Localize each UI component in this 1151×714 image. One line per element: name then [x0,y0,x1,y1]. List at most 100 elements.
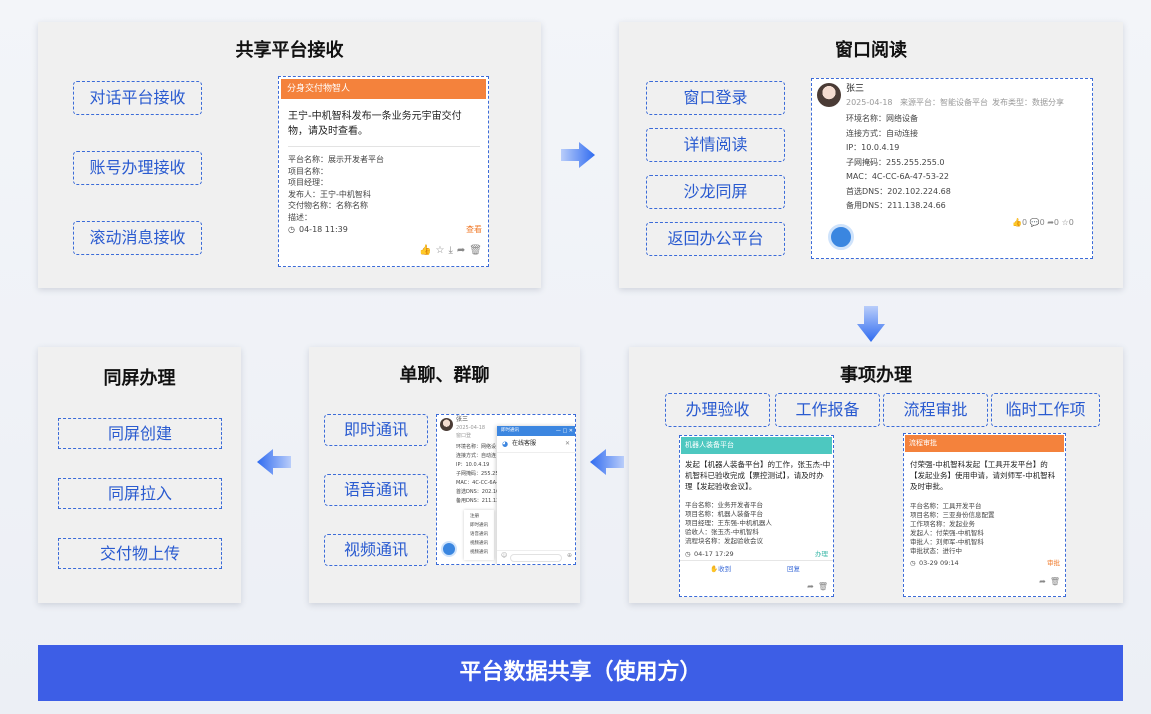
card-field: 审批状态：进行中 [910,547,962,555]
menu-item[interactable]: 语音通讯 [470,530,488,539]
delete-icon[interactable]: 🗑 [469,244,482,259]
menu-item[interactable]: 即时通讯 [470,521,488,530]
delete-icon[interactable]: 🗑 [1050,575,1060,590]
card-message: 发起【机器人装备平台】的工作，张玉杰-中机智科已验收完成【票控测试】，请及时办理… [685,460,831,491]
card-header: 机器人装备平台 [681,437,832,454]
share-icon[interactable]: ➦ [457,244,465,259]
detail-field: 连接方式：自动连 [456,453,497,459]
panel-receive: 共享平台接收 对话平台接收 账号办理接收 滚动消息接收 分身交付物智人 王宁-中… [38,22,541,288]
item-dialog-receive[interactable]: 对话平台接收 [73,81,202,115]
clock-icon: ◷ [288,225,295,234]
menu-item[interactable]: 视频通讯 [470,539,488,548]
reply-button[interactable]: 回复 [787,562,800,577]
panel-title: 事项办理 [840,365,912,386]
card-field: 审批人：刘师军-中机智科 [910,538,984,546]
arrow-right-icon [561,142,595,168]
hand-icon: ✋ [710,565,719,573]
detail-field: MAC：4C-CC-6A-47-53-22 [846,172,950,181]
item-screen-create[interactable]: 同屏创建 [58,418,222,449]
card-time: 04-18 11:39 [299,225,348,234]
menu-item[interactable]: 视频通讯 [470,548,488,557]
item-return-office[interactable]: 返回办公平台 [646,222,785,256]
card-field: 验收人：张玉杰-中机智科 [685,528,759,536]
add-icon[interactable]: ⊕ [567,549,572,564]
clock-icon: ◷ [910,559,916,567]
card-header: 流程审批 [905,435,1064,452]
detail-field: IP：10.0.4.19 [846,143,900,152]
download-icon[interactable]: ⤓ [448,244,452,259]
view-link[interactable]: 查看 [466,223,482,238]
publish-date: 2025-04-18 [846,98,893,107]
comment-icon[interactable]: 💬 [1030,218,1040,227]
card-field: 项目名称：三亚身份信息配置 [910,511,995,519]
detail-field: 连接方式：自动连接 [846,128,918,138]
close-icon[interactable]: ✕ [565,439,570,449]
card-field: 平台名称：工具开发平台 [910,502,982,510]
chat-bubble-icon[interactable] [828,224,854,250]
card-message: 付荣强-中机智科发起【工具开发平台】的【发起业务】使用申请，请刘师军-中机智科及… [910,460,1056,491]
tab-temporary[interactable]: 临时工作项 [991,393,1100,427]
share-icon[interactable]: ➦ [807,580,814,595]
item-window-login[interactable]: 窗口登录 [646,81,785,115]
delete-icon[interactable]: 🗑 [818,580,828,595]
share-icon[interactable]: ➦ [1047,218,1054,227]
stats-row: 👍0 💬0 ➦0 ☆0 [1012,218,1074,227]
approve-link[interactable]: 审批 [1047,556,1060,571]
message-input[interactable] [510,554,562,562]
receive-card: 分身交付物智人 王宁-中机智科发布一条业务元宇宙交付物，请及时查看。 平台名称：… [278,76,489,267]
emoji-icon[interactable]: ☺ [501,549,507,564]
panel-title: 共享平台接收 [235,40,344,61]
window-card: 张三 2025-04-18 来源平台：智能设备平台 发布类型：数据分享 环境名称… [811,78,1093,259]
panel-window: 窗口阅读 窗口登录 详情阅读 沙龙同屏 返回办公平台 张三 2025-04-18… [619,22,1123,288]
item-detail-read[interactable]: 详情阅读 [646,128,785,162]
tab-report[interactable]: 工作报备 [775,393,880,427]
online-service: 在线客服 [512,440,537,447]
item-video-call[interactable]: 视频通讯 [324,534,428,566]
item-instant-message[interactable]: 即时通讯 [324,414,428,446]
card-time: 03-29 09:14 [919,559,959,567]
source-platform: 来源平台：智能设备平台 [900,98,988,107]
approval-card: 流程审批 付荣强-中机智科发起【工具开发平台】的【发起业务】使用申请，请刘师军-… [903,433,1066,597]
chat-bubble-icon[interactable] [441,541,457,557]
card-actions: ➦ 🗑 [1035,575,1060,590]
avatar [440,418,453,431]
item-voice-call[interactable]: 语音通讯 [324,474,428,506]
detail-field: 子网掩码：255.25 [456,471,499,477]
item-account-receive[interactable]: 账号办理接收 [73,151,202,185]
item-deliverable-upload[interactable]: 交付物上传 [58,538,222,569]
panel-title: 单聊、群聊 [399,365,490,386]
user-name: 张三 [456,416,469,423]
user-name: 张三 [846,84,865,94]
detail-field: IP：10.0.4.19 [456,462,490,468]
arrow-down-icon [857,306,885,342]
item-screen-pull[interactable]: 同屏拉入 [58,478,222,509]
chat-preview: 张三 2025-04-18 窗口登 环境名称：网络设 连接方式：自动连 IP：1… [436,414,576,565]
received-button[interactable]: ✋收到 [710,562,731,577]
card-actions: ➦ 🗑 [803,580,828,595]
item-salon-screen[interactable]: 沙龙同屏 [646,175,785,209]
tab-acceptance[interactable]: 办理验收 [665,393,770,427]
chat-menu: 注册 即时通讯 语音通讯 视频通讯 视频通讯 [464,510,494,560]
panel-handle: 事项办理 办理验收 工作报备 流程审批 临时工作项 机器人装备平台 发起【机器人… [629,347,1123,603]
tab-approval[interactable]: 流程审批 [883,393,988,427]
like-icon[interactable]: 👍 [419,244,431,259]
panel-title: 窗口阅读 [835,40,907,61]
window-controls[interactable]: — □ ✕ [556,426,573,436]
window-login: 窗口登 [456,433,472,439]
detail-field: 首选DNS：202.102.224.68 [846,186,951,196]
star-icon[interactable]: ☆ [1062,218,1069,227]
menu-item[interactable]: 注册 [470,512,479,521]
share-icon[interactable]: ➦ [1039,575,1046,590]
star-icon[interactable]: ☆ [436,244,445,259]
detail-field: 环境名称：网络设备 [846,114,918,123]
card-header: 分身交付物智人 [281,79,486,99]
arrow-left-icon [257,449,291,475]
card-field: 发起人：付荣强-中机智科 [910,529,984,537]
panel-chat: 单聊、群聊 即时通讯 语音通讯 视频通讯 张三 2025-04-18 窗口登 环… [309,347,580,603]
chat-window: 即时通讯 — □ ✕ ◕ 在线客服 ✕ ☺ ⊕ [497,426,575,564]
item-scroll-receive[interactable]: 滚动消息接收 [73,221,202,255]
card-field: 项目名称：机器人装备平台 [685,510,763,518]
like-icon[interactable]: 👍 [1012,218,1022,227]
panel-title: 同屏办理 [103,368,176,389]
detail-field: 子网掩码：255.255.255.0 [846,157,945,167]
